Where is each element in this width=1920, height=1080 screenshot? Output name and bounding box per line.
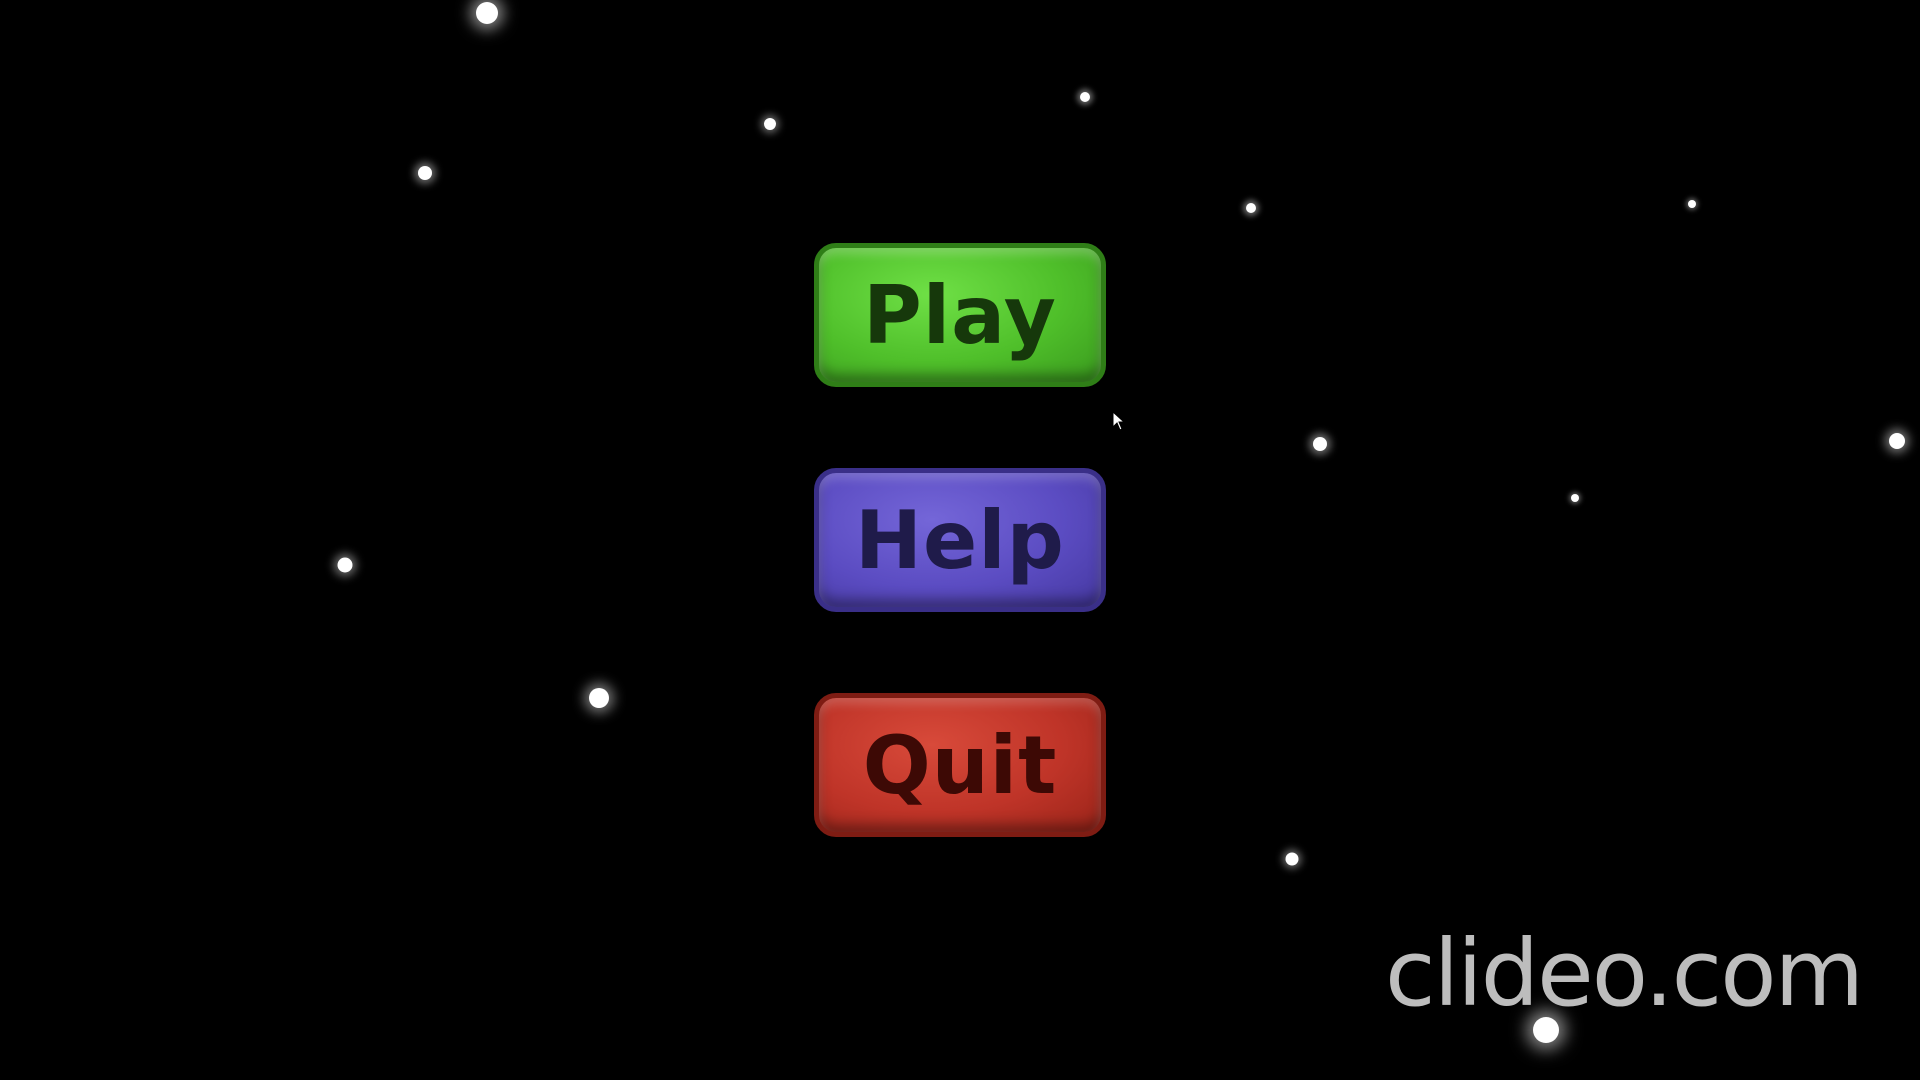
star xyxy=(337,557,353,573)
help-button[interactable]: Help xyxy=(814,468,1106,612)
star xyxy=(1285,852,1299,866)
starfield-background: Play Help Quit clideo.com xyxy=(0,0,1920,1080)
star xyxy=(764,118,776,130)
star xyxy=(1571,494,1579,502)
mouse-cursor-icon xyxy=(1112,411,1126,431)
star xyxy=(476,2,498,24)
play-button[interactable]: Play xyxy=(814,243,1106,387)
star xyxy=(1246,203,1256,213)
star xyxy=(1313,437,1327,451)
star xyxy=(1688,200,1696,208)
quit-button[interactable]: Quit xyxy=(814,693,1106,837)
star xyxy=(589,688,609,708)
watermark-text: clideo.com xyxy=(1385,920,1864,1027)
star xyxy=(418,166,432,180)
star xyxy=(1080,92,1090,102)
star xyxy=(1889,433,1905,449)
